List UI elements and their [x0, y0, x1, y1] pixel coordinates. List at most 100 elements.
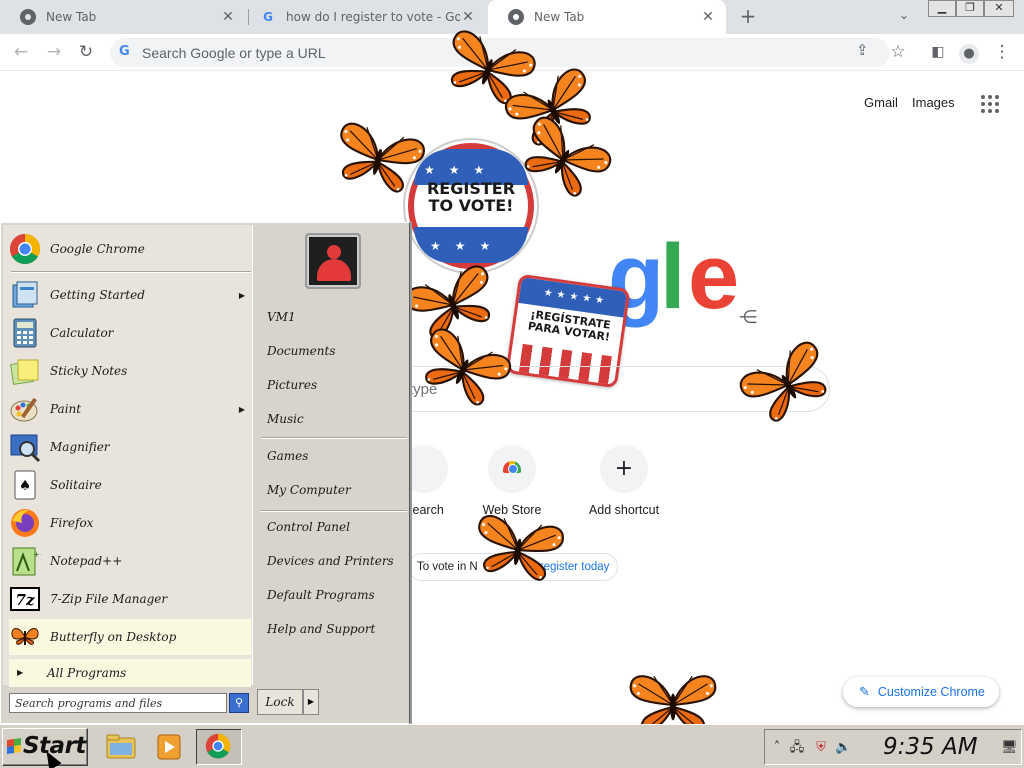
close-window-button[interactable]: ✕	[984, 0, 1014, 17]
tab-title: New Tab	[46, 10, 97, 24]
start-menu-places-pane: VM1 Documents Pictures Music Games My Compute…	[257, 225, 409, 685]
place-my-computer[interactable]: My Computer	[267, 478, 407, 502]
place-documents[interactable]: Documents	[267, 339, 407, 363]
menu-item-paint[interactable]: Paint ▶	[9, 391, 251, 427]
menu-item-sticky-notes[interactable]: Sticky Notes	[9, 353, 251, 389]
shortcut-add[interactable]: + Add shortcut	[568, 445, 680, 517]
google-icon: G	[119, 44, 130, 59]
google-icon: G	[263, 10, 273, 24]
menu-item-label: Notepad++	[50, 554, 123, 568]
doodle-share-icon[interactable]: ⋲	[739, 307, 757, 328]
submenu-arrow-icon: ▶	[238, 404, 245, 414]
forward-arrow-icon[interactable]: →	[42, 40, 66, 64]
menu-item-label: Google Chrome	[50, 242, 145, 256]
paint-icon	[9, 393, 41, 425]
windows-flag-icon	[7, 738, 21, 754]
network-icon[interactable]: 🖧	[789, 740, 805, 756]
menu-item-label: Calculator	[50, 326, 114, 340]
calculator-icon	[9, 317, 41, 349]
gmail-link[interactable]: Gmail	[864, 95, 898, 110]
user-avatar[interactable]	[305, 233, 361, 289]
menu-item-firefox[interactable]: Firefox	[9, 505, 251, 541]
menu-item-butterfly-on-desktop[interactable]: Butterfly on Desktop	[9, 619, 251, 655]
menu-item-7-zip-file-manager[interactable]: 7z 7-Zip File Manager	[9, 581, 251, 617]
submenu-arrow-icon: ▶	[238, 290, 245, 300]
reload-icon[interactable]: ↻	[74, 40, 98, 64]
place-help-and-support[interactable]: Help and Support	[267, 617, 407, 641]
customize-label: Customize Chrome	[877, 685, 985, 699]
menu-divider	[261, 437, 407, 439]
side-panel-icon[interactable]: ◧	[926, 40, 950, 64]
bookmark-star-icon[interactable]: ☆	[886, 40, 910, 64]
tab-strip: New Tab ✕ G how do I register to vote - …	[0, 0, 1024, 34]
place-control-panel[interactable]: Control Panel	[267, 515, 407, 539]
plus-icon: +	[600, 445, 648, 493]
notepadpp-icon: ++	[9, 545, 46, 577]
menu-item-calculator[interactable]: Calculator	[9, 315, 251, 351]
file-explorer-taskbar-button[interactable]	[98, 729, 144, 765]
share-icon[interactable]: ⇪	[856, 41, 869, 59]
place-games[interactable]: Games	[267, 444, 407, 468]
menu-item-label: Paint	[50, 402, 82, 416]
logo-letter-l: l	[660, 226, 686, 328]
lock-button[interactable]: Lock	[257, 689, 303, 715]
search-programs-input[interactable]	[9, 693, 227, 713]
volume-icon[interactable]: 🔈	[835, 740, 851, 756]
shortcut-web-store[interactable]: Web Store	[456, 445, 568, 517]
tab-new-tab-active[interactable]: New Tab ✕	[488, 0, 726, 34]
close-icon[interactable]: ✕	[220, 9, 236, 25]
minimize-button[interactable]: ▁	[928, 0, 956, 17]
restore-button[interactable]: ❐	[956, 0, 984, 17]
show-desktop-icon[interactable]: 🖥	[1001, 740, 1018, 756]
menu-item-notepad[interactable]: ++ Notepad++	[9, 543, 251, 579]
profile-avatar-icon[interactable]: ●	[957, 40, 981, 64]
menu-item-solitaire[interactable]: ♠ Solitaire	[9, 467, 251, 503]
media-player-taskbar-button[interactable]	[146, 729, 192, 765]
web-store-icon	[488, 445, 536, 493]
place-default-programs[interactable]: Default Programs	[267, 583, 407, 607]
chrome-icon	[20, 9, 36, 25]
all-programs-button[interactable]: ▶ All Programs	[9, 659, 251, 687]
triangle-right-icon: ▶	[17, 668, 24, 677]
solitaire-icon: ♠	[9, 469, 41, 501]
menu-item-magnifier[interactable]: Magnifier	[9, 429, 251, 465]
back-arrow-icon[interactable]: ←	[9, 40, 33, 64]
chevron-up-icon[interactable]: ˄	[769, 740, 785, 756]
close-icon[interactable]: ✕	[700, 9, 716, 25]
media-player-icon	[157, 734, 181, 760]
magnifier-icon	[9, 431, 41, 463]
menu-kebab-icon[interactable]: ⋮	[990, 40, 1014, 64]
desktop-screen: New Tab ✕ G how do I register to vote - …	[0, 0, 1024, 768]
menu-item-getting-started[interactable]: Getting Started ▶	[9, 277, 251, 313]
search-icon[interactable]: ⚲	[229, 693, 249, 713]
place-pictures[interactable]: Pictures	[267, 373, 407, 397]
svg-text:♠: ♠	[19, 478, 32, 494]
getting-started-icon	[9, 279, 41, 311]
menu-item-label: Butterfly on Desktop	[50, 630, 177, 644]
tab-title: New Tab	[534, 10, 585, 24]
lock-options-arrow-icon[interactable]: ▶	[303, 689, 319, 715]
tab-new-tab-1[interactable]: New Tab ✕	[0, 0, 246, 34]
images-link[interactable]: Images	[912, 95, 955, 110]
menu-item-google-chrome[interactable]: Google Chrome	[9, 231, 251, 267]
system-tray: ˄ 🖧 ⛨ 🔈 9:35 AM 🖥	[764, 729, 1022, 765]
new-tab-button[interactable]: +	[737, 6, 759, 28]
clock[interactable]: 9:35 AM	[883, 734, 978, 760]
security-alert-icon[interactable]: ⛨	[813, 740, 829, 756]
firefox-icon	[9, 507, 41, 539]
place-vm1[interactable]: VM1	[267, 305, 407, 329]
folder-icon	[106, 734, 136, 759]
tab-search-chevron-icon[interactable]: ⌄	[895, 8, 913, 26]
menu-item-label: Getting Started	[50, 288, 145, 302]
google-apps-icon[interactable]	[981, 95, 999, 113]
customize-chrome-button[interactable]: ✎ Customize Chrome	[843, 677, 999, 707]
menu-divider	[11, 271, 251, 273]
place-devices-and-printers[interactable]: Devices and Printers	[267, 549, 407, 573]
badge-text: REGISTER TO VOTE!	[426, 179, 516, 215]
taskbar: Start ˄ 🖧 ⛨ 🔈 9:35 AM 🖥	[0, 724, 1024, 768]
sevenzip-icon: 7z	[9, 583, 41, 615]
svg-text:7z: 7z	[16, 591, 35, 609]
sticky-notes-icon	[9, 355, 41, 387]
place-music[interactable]: Music	[267, 407, 407, 431]
chrome-taskbar-button[interactable]	[196, 729, 242, 765]
